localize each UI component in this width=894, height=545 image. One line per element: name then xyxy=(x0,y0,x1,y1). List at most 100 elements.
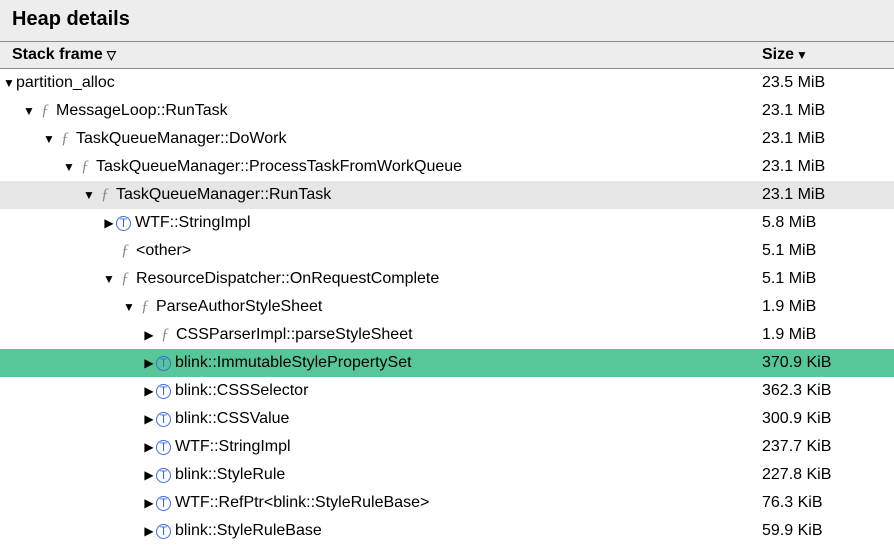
size-cell: 23.1 MiB xyxy=(762,155,882,179)
column-header-size[interactable]: Size ▼ xyxy=(762,46,882,64)
type-icon: T xyxy=(156,440,171,455)
size-cell: 1.9 MiB xyxy=(762,323,882,347)
expand-arrow-down-icon[interactable]: ▼ xyxy=(22,102,36,120)
stack-frame-cell: ▶TWTF::RefPtr<blink::StyleRuleBase> xyxy=(0,491,762,515)
stack-frame-cell: ▼partition_alloc xyxy=(0,71,762,95)
function-icon: ƒ xyxy=(36,99,54,123)
tree-row[interactable]: ▼ƒTaskQueueManager::RunTask23.1 MiB xyxy=(0,181,894,209)
expand-arrow-down-icon[interactable]: ▼ xyxy=(2,74,16,92)
expand-arrow-right-icon[interactable]: ▶ xyxy=(142,354,156,372)
size-cell: 23.5 MiB xyxy=(762,71,882,95)
tree-row[interactable]: ▶T WTF::StringImpl 237.7 KiB xyxy=(0,433,894,461)
stack-frame-cell: ▶T WTF::StringImpl xyxy=(0,211,762,235)
size-cell: 76.3 KiB xyxy=(762,491,882,515)
expand-arrow-right-icon[interactable]: ▶ xyxy=(142,382,156,400)
function-icon: ƒ xyxy=(116,239,134,263)
size-cell: 227.8 KiB xyxy=(762,463,882,487)
type-icon: T xyxy=(156,524,171,539)
expand-arrow-right-icon[interactable]: ▶ xyxy=(142,522,156,540)
stack-frame-label: ResourceDispatcher::OnRequestComplete xyxy=(136,267,439,291)
stack-frame-cell: ▼ƒTaskQueueManager::DoWork xyxy=(0,127,762,151)
column-header-size-label: Size xyxy=(762,46,794,64)
function-icon: ƒ xyxy=(56,127,74,151)
stack-frame-label: WTF::StringImpl xyxy=(175,435,291,459)
stack-frame-label: blink::StyleRule xyxy=(175,463,285,487)
stack-frame-cell: ▶Tblink::CSSSelector xyxy=(0,379,762,403)
tree-row[interactable]: ▶Tblink::CSSSelector362.3 KiB xyxy=(0,377,894,405)
type-icon: T xyxy=(156,468,171,483)
stack-frame-cell: ▶Tblink::CSSValue xyxy=(0,407,762,431)
size-cell: 300.9 KiB xyxy=(762,407,882,431)
stack-frame-label: ParseAuthorStyleSheet xyxy=(156,295,322,319)
stack-frame-cell: ▼ƒParseAuthorStyleSheet xyxy=(0,295,762,319)
size-cell: 1.9 MiB xyxy=(762,295,882,319)
tree-row[interactable]: ▼ƒMessageLoop::RunTask23.1 MiB xyxy=(0,97,894,125)
function-icon: ƒ xyxy=(96,183,114,207)
expand-arrow-right-icon[interactable]: ▶ xyxy=(142,326,156,344)
expand-arrow-down-icon[interactable]: ▼ xyxy=(62,158,76,176)
type-icon: T xyxy=(116,216,131,231)
expand-arrow-right-icon[interactable]: ▶ xyxy=(142,410,156,428)
column-header-stack-label: Stack frame xyxy=(12,46,103,64)
tree-row[interactable]: ▼ƒTaskQueueManager::DoWork23.1 MiB xyxy=(0,125,894,153)
tree-row[interactable]: ▶Tblink::CSSValue300.9 KiB xyxy=(0,405,894,433)
stack-frame-cell: ▼ƒResourceDispatcher::OnRequestComplete xyxy=(0,267,762,291)
tree-row[interactable]: ▶TWTF::RefPtr<blink::StyleRuleBase>76.3 … xyxy=(0,489,894,517)
tree-row[interactable]: ▶Tblink::ImmutableStylePropertySet370.9 … xyxy=(0,349,894,377)
tree-row[interactable]: ▶ƒ<other>5.1 MiB xyxy=(0,237,894,265)
stack-frame-cell: ▶ƒ<other> xyxy=(0,239,762,263)
size-cell: 23.1 MiB xyxy=(762,127,882,151)
stack-frame-cell: ▶ƒCSSParserImpl::parseStyleSheet xyxy=(0,323,762,347)
stack-frame-cell: ▼ƒTaskQueueManager::RunTask xyxy=(0,183,762,207)
tree-row[interactable]: ▼ƒParseAuthorStyleSheet1.9 MiB xyxy=(0,293,894,321)
size-cell: 23.1 MiB xyxy=(762,99,882,123)
tree-row[interactable]: ▼ƒResourceDispatcher::OnRequestComplete5… xyxy=(0,265,894,293)
stack-frame-label: WTF::StringImpl xyxy=(135,211,251,235)
column-header-row: Stack frame ▽ Size ▼ xyxy=(0,42,894,69)
expand-arrow-down-icon[interactable]: ▼ xyxy=(82,186,96,204)
size-cell: 23.1 MiB xyxy=(762,183,882,207)
expand-arrow-right-icon[interactable]: ▶ xyxy=(142,466,156,484)
expand-arrow-down-icon[interactable]: ▼ xyxy=(42,130,56,148)
tree-row[interactable]: ▼ƒTaskQueueManager::ProcessTaskFromWorkQ… xyxy=(0,153,894,181)
function-icon: ƒ xyxy=(136,295,154,319)
size-cell: 370.9 KiB xyxy=(762,351,882,375)
stack-frame-label: partition_alloc xyxy=(16,71,115,95)
sort-indicator-icon: ▼ xyxy=(796,48,808,62)
panel-title: Heap details xyxy=(0,0,894,42)
tree-row[interactable]: ▶Tblink::StyleRule227.8 KiB xyxy=(0,461,894,489)
stack-frame-label: TaskQueueManager::ProcessTaskFromWorkQue… xyxy=(96,155,462,179)
type-icon: T xyxy=(156,356,171,371)
function-icon: ƒ xyxy=(76,155,94,179)
expand-arrow-down-icon[interactable]: ▼ xyxy=(122,298,136,316)
stack-frame-cell: ▶Tblink::StyleRule xyxy=(0,463,762,487)
type-icon: T xyxy=(156,412,171,427)
stack-frame-label: blink::CSSSelector xyxy=(175,379,308,403)
function-icon: ƒ xyxy=(116,267,134,291)
size-cell: 362.3 KiB xyxy=(762,379,882,403)
tree-rows-container: ▼partition_alloc23.5 MiB▼ƒMessageLoop::R… xyxy=(0,69,894,545)
tree-row[interactable]: ▶T WTF::StringImpl 5.8 MiB xyxy=(0,209,894,237)
tree-row[interactable]: ▶ƒCSSParserImpl::parseStyleSheet1.9 MiB xyxy=(0,321,894,349)
size-cell: 237.7 KiB xyxy=(762,435,882,459)
expand-arrow-right-icon[interactable]: ▶ xyxy=(102,214,116,232)
stack-frame-label: blink::CSSValue xyxy=(175,407,289,431)
tree-row[interactable]: ▼partition_alloc23.5 MiB xyxy=(0,69,894,97)
type-icon: T xyxy=(156,496,171,511)
expand-arrow-right-icon[interactable]: ▶ xyxy=(142,438,156,456)
stack-frame-cell: ▶Tblink::StyleRuleBase xyxy=(0,519,762,543)
size-cell: 5.1 MiB xyxy=(762,267,882,291)
sort-indicator-icon: ▽ xyxy=(107,48,116,62)
size-cell: 59.9 KiB xyxy=(762,519,882,543)
expand-arrow-down-icon[interactable]: ▼ xyxy=(102,270,116,288)
size-cell: 5.8 MiB xyxy=(762,211,882,235)
tree-row[interactable]: ▶Tblink::StyleRuleBase59.9 KiB xyxy=(0,517,894,545)
stack-frame-label: TaskQueueManager::RunTask xyxy=(116,183,331,207)
stack-frame-label: TaskQueueManager::DoWork xyxy=(76,127,286,151)
stack-frame-label: blink::ImmutableStylePropertySet xyxy=(175,351,412,375)
expand-arrow-right-icon[interactable]: ▶ xyxy=(142,494,156,512)
stack-frame-label: MessageLoop::RunTask xyxy=(56,99,228,123)
stack-frame-cell: ▼ƒMessageLoop::RunTask xyxy=(0,99,762,123)
column-header-stack-frame[interactable]: Stack frame ▽ xyxy=(12,46,762,64)
stack-frame-cell: ▶Tblink::ImmutableStylePropertySet xyxy=(0,351,762,375)
